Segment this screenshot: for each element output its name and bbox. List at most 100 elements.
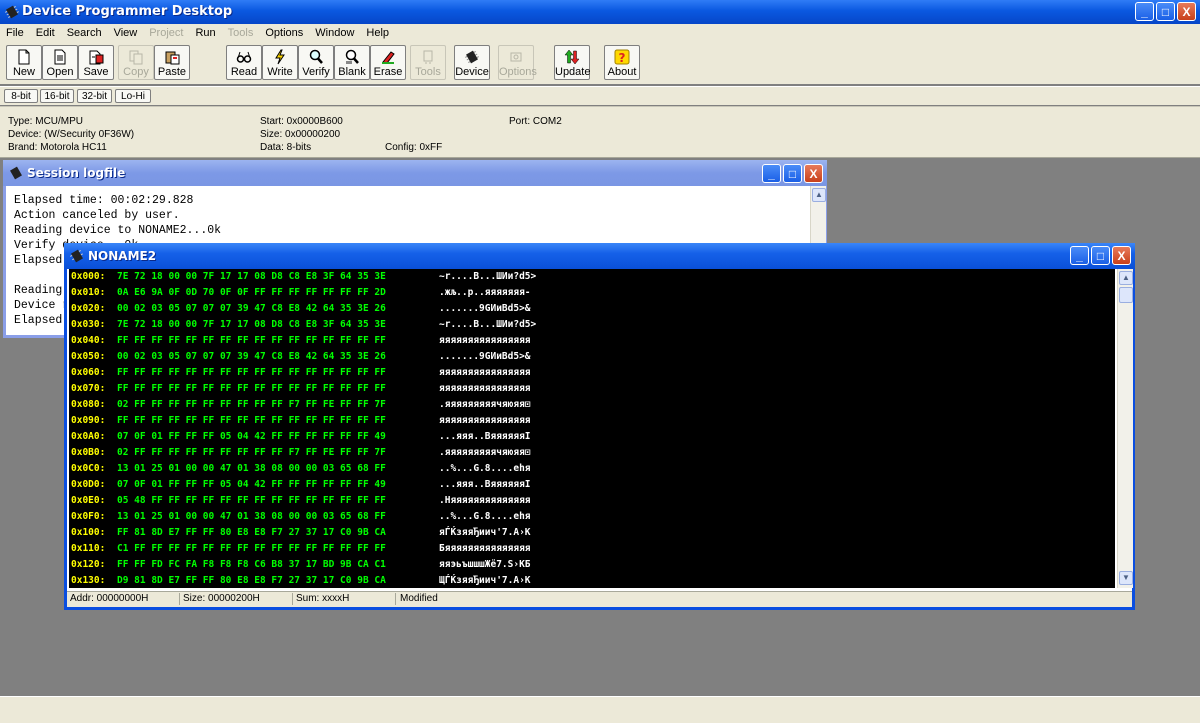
hex-row[interactable]: 0x060: FF FF FF FF FF FF FF FF FF FF FF F… xyxy=(71,365,531,381)
hex-ascii[interactable]: ...яяя..BяяяяяяI xyxy=(439,477,531,493)
scroll-down-button[interactable]: ▼ xyxy=(1119,571,1133,585)
hex-bytes[interactable]: 07 0F 01 FF FF FF 05 04 42 FF FF FF FF F… xyxy=(117,477,386,493)
hex-bytes[interactable]: FF FF FF FF FF FF FF FF FF FF FF FF FF F… xyxy=(117,333,386,349)
hex-row[interactable]: 0x010: 0A E6 9A 0F 0D 70 0F 0F FF FF FF F… xyxy=(71,285,531,301)
scroll-up-button[interactable]: ▲ xyxy=(1119,271,1133,285)
hex-ascii[interactable]: .Hяяяяяяяяяяяяяя xyxy=(439,493,531,509)
hex-ascii[interactable]: .яяяяяяяяячяюяя⊡ xyxy=(439,397,531,413)
hex-minimize-button[interactable]: _ xyxy=(1070,246,1089,265)
app-close-button[interactable]: X xyxy=(1177,2,1196,21)
hex-ascii[interactable]: .яяяяяяяяячяюяя⊡ xyxy=(439,445,531,461)
hex-row[interactable]: 0x120: FF FF FD FC FA F8 F8 F8 C6 B8 37 1… xyxy=(71,557,531,573)
menu-edit[interactable]: Edit xyxy=(30,27,61,39)
hex-ascii[interactable]: яяяяяяяяяяяяяяяя xyxy=(439,381,531,397)
hex-bytes[interactable]: FF FF FF FF FF FF FF FF FF FF FF FF FF F… xyxy=(117,365,386,381)
hex-ascii[interactable]: ~r....B...ШИи?d5> xyxy=(439,317,536,333)
hex-bytes[interactable]: FF 81 8D E7 FF FF 80 E8 E8 F7 27 37 17 C… xyxy=(117,525,386,541)
hex-bytes[interactable]: D9 81 8D E7 FF FF 80 E8 E8 F7 27 37 17 C… xyxy=(117,573,386,588)
session-maximize-button[interactable]: □ xyxy=(783,164,802,183)
hex-ascii[interactable]: ..%...G.8....ehя xyxy=(439,509,531,525)
scroll-thumb[interactable] xyxy=(1119,287,1133,303)
save-button[interactable]: Save xyxy=(78,45,114,80)
hex-row[interactable]: 0x040: FF FF FF FF FF FF FF FF FF FF FF F… xyxy=(71,333,531,349)
menu-view[interactable]: View xyxy=(108,27,144,39)
hex-ascii[interactable]: ...яяя..BяяяяяяI xyxy=(439,429,531,445)
hex-bytes[interactable]: 02 FF FF FF FF FF FF FF FF FF F7 FF FE F… xyxy=(117,397,386,413)
about-button[interactable]: ? About xyxy=(604,45,640,80)
hex-scrollbar[interactable]: ▲ ▼ xyxy=(1117,269,1133,588)
16bit-button[interactable]: 16-bit xyxy=(40,89,74,103)
hex-bytes[interactable]: FF FF FF FF FF FF FF FF FF FF FF FF FF F… xyxy=(117,381,386,397)
hex-ascii[interactable]: яяэьъшшшЖё7.Ѕ›КБ xyxy=(439,557,531,573)
hex-bytes[interactable]: 7E 72 18 00 00 7F 17 17 08 D8 C8 E8 3F 6… xyxy=(117,269,386,285)
hex-ascii[interactable]: яЃЌзяяЂиич'7.А›К xyxy=(439,525,531,541)
hex-ascii[interactable]: ~r....B...ШИи?d5> xyxy=(439,269,536,285)
hex-row[interactable]: 0x050: 00 02 03 05 07 07 07 39 47 C8 E8 4… xyxy=(71,349,531,365)
menu-run[interactable]: Run xyxy=(189,27,221,39)
read-button[interactable]: Read xyxy=(226,45,262,80)
hex-ascii[interactable]: .жљ..p..яяяяяяя- xyxy=(439,285,531,301)
hex-ascii[interactable]: ЩЃЌзяяЂиич'7.А›К xyxy=(439,573,531,588)
hex-row[interactable]: 0x100: FF 81 8D E7 FF FF 80 E8 E8 F7 27 3… xyxy=(71,525,531,541)
hex-row[interactable]: 0x110: C1 FF FF FF FF FF FF FF FF FF FF F… xyxy=(71,541,531,557)
8bit-button[interactable]: 8-bit xyxy=(4,89,38,103)
hex-row[interactable]: 0x080: 02 FF FF FF FF FF FF FF FF FF F7 F… xyxy=(71,397,531,413)
options-button[interactable]: Options xyxy=(498,45,537,80)
hex-bytes[interactable]: FF FF FD FC FA F8 F8 F8 C6 B8 37 17 BD 9… xyxy=(117,557,386,573)
hex-row[interactable]: 0x0E0: 05 48 FF FF FF FF FF FF FF FF FF F… xyxy=(71,493,531,509)
session-minimize-button[interactable]: _ xyxy=(762,164,781,183)
hex-bytes[interactable]: 0A E6 9A 0F 0D 70 0F 0F FF FF FF FF FF F… xyxy=(117,285,386,301)
tools-button[interactable]: Tools xyxy=(410,45,446,80)
lohi-button[interactable]: Lo-Hi xyxy=(115,89,151,103)
hex-bytes[interactable]: 13 01 25 01 00 00 47 01 38 08 00 00 03 6… xyxy=(117,461,386,477)
session-close-button[interactable]: X xyxy=(804,164,823,183)
hex-row[interactable]: 0x0C0: 13 01 25 01 00 00 47 01 38 08 00 0… xyxy=(71,461,531,477)
hex-row[interactable]: 0x030: 7E 72 18 00 00 7F 17 17 08 D8 C8 E… xyxy=(71,317,536,333)
hex-bytes[interactable]: 13 01 25 01 00 00 47 01 38 08 00 00 03 6… xyxy=(117,509,386,525)
app-titlebar[interactable]: Device Programmer Desktop _ □ X xyxy=(0,0,1200,24)
hex-ascii[interactable]: яяяяяяяяяяяяяяяя xyxy=(439,365,531,381)
hex-ascii[interactable]: .......9GИиBd5>& xyxy=(439,349,531,365)
hex-maximize-button[interactable]: □ xyxy=(1091,246,1110,265)
hex-bytes[interactable]: 05 48 FF FF FF FF FF FF FF FF FF FF FF F… xyxy=(117,493,386,509)
write-button[interactable]: Write xyxy=(262,45,298,80)
hex-bytes[interactable]: FF FF FF FF FF FF FF FF FF FF FF FF FF F… xyxy=(117,413,386,429)
hex-row[interactable]: 0x090: FF FF FF FF FF FF FF FF FF FF FF F… xyxy=(71,413,531,429)
copy-button[interactable]: Copy xyxy=(118,45,154,80)
hex-row[interactable]: 0x0B0: 02 FF FF FF FF FF FF FF FF FF F7 F… xyxy=(71,445,531,461)
32bit-button[interactable]: 32-bit xyxy=(77,89,112,103)
verify-button[interactable]: Verify xyxy=(298,45,334,80)
hex-row[interactable]: 0x020: 00 02 03 05 07 07 07 39 47 C8 E8 4… xyxy=(71,301,531,317)
hex-ascii[interactable]: Бяяяяяяяяяяяяяяя xyxy=(439,541,531,557)
hex-ascii[interactable]: яяяяяяяяяяяяяяяя xyxy=(439,413,531,429)
hex-titlebar[interactable]: NONAME2 _ □ X xyxy=(64,243,1135,269)
app-minimize-button[interactable]: _ xyxy=(1135,2,1154,21)
menu-help[interactable]: Help xyxy=(360,27,395,39)
menu-project[interactable]: Project xyxy=(143,27,189,39)
menu-tools[interactable]: Tools xyxy=(222,27,260,39)
hex-row[interactable]: 0x000: 7E 72 18 00 00 7F 17 17 08 D8 C8 E… xyxy=(71,269,536,285)
menu-search[interactable]: Search xyxy=(61,27,108,39)
blank-button[interactable]: Blank xyxy=(334,45,370,80)
hex-row[interactable]: 0x130: D9 81 8D E7 FF FF 80 E8 E8 F7 27 3… xyxy=(71,573,531,588)
hex-close-button[interactable]: X xyxy=(1112,246,1131,265)
menu-file[interactable]: File xyxy=(0,27,30,39)
open-button[interactable]: Open xyxy=(42,45,78,80)
hex-bytes[interactable]: C1 FF FF FF FF FF FF FF FF FF FF FF FF F… xyxy=(117,541,386,557)
hex-row[interactable]: 0x070: FF FF FF FF FF FF FF FF FF FF FF F… xyxy=(71,381,531,397)
new-button[interactable]: New xyxy=(6,45,42,80)
menu-window[interactable]: Window xyxy=(309,27,360,39)
hex-bytes[interactable]: 00 02 03 05 07 07 07 39 47 C8 E8 42 64 3… xyxy=(117,349,386,365)
hex-row[interactable]: 0x0F0: 13 01 25 01 00 00 47 01 38 08 00 0… xyxy=(71,509,531,525)
hex-row[interactable]: 0x0D0: 07 0F 01 FF FF FF 05 04 42 FF FF F… xyxy=(71,477,531,493)
update-button[interactable]: Update xyxy=(554,45,590,80)
menu-options[interactable]: Options xyxy=(259,27,309,39)
hex-row[interactable]: 0x0A0: 07 0F 01 FF FF FF 05 04 42 FF FF F… xyxy=(71,429,531,445)
paste-button[interactable]: Paste xyxy=(154,45,190,80)
erase-button[interactable]: Erase xyxy=(370,45,406,80)
scroll-up-button[interactable]: ▲ xyxy=(812,188,826,202)
hex-ascii[interactable]: ..%...G.8....ehя xyxy=(439,461,531,477)
hex-bytes[interactable]: 02 FF FF FF FF FF FF FF FF FF F7 FF FE F… xyxy=(117,445,386,461)
hex-ascii[interactable]: .......9GИиBd5>& xyxy=(439,301,531,317)
hex-bytes[interactable]: 07 0F 01 FF FF FF 05 04 42 FF FF FF FF F… xyxy=(117,429,386,445)
